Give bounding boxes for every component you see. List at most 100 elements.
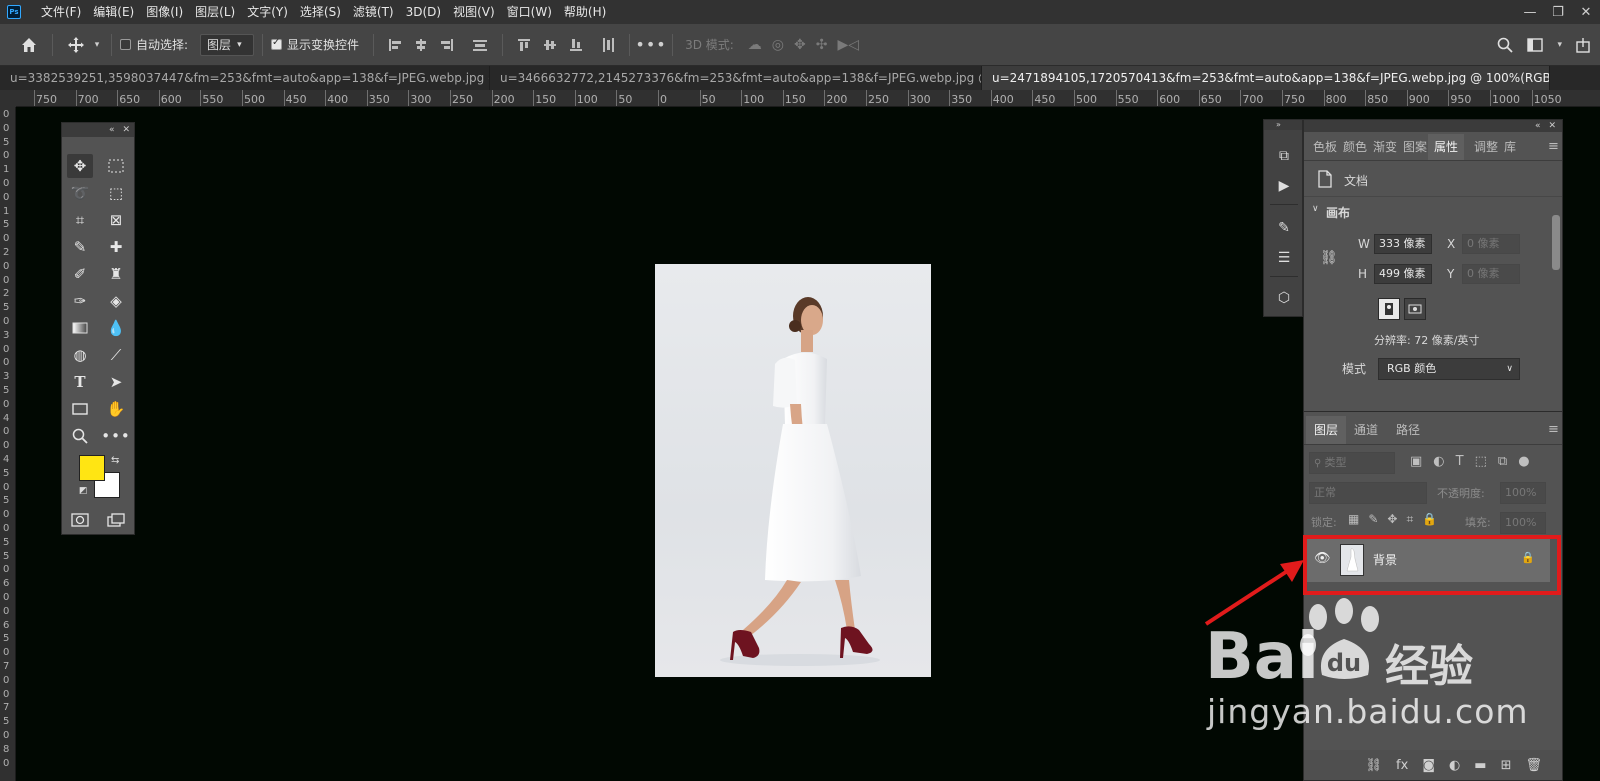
chevron-down-icon[interactable]: ▾ <box>1557 40 1562 50</box>
tab-pattern[interactable]: 图案 <box>1403 134 1427 160</box>
clone-stamp-tool-icon[interactable]: ♜ <box>103 262 129 286</box>
opacity-field[interactable]: 100% <box>1500 482 1546 504</box>
distribute-icon[interactable] <box>472 38 488 52</box>
object-select-tool-icon[interactable]: ⬚ <box>103 181 129 205</box>
menu-3d[interactable]: 3D(D) <box>400 0 447 24</box>
layer-style-icon[interactable]: fx <box>1396 758 1408 773</box>
show-transform-checkbox[interactable] <box>271 37 283 50</box>
delete-layer-icon[interactable]: 🗑 <box>1525 758 1542 773</box>
chevron-down-icon[interactable]: ▾ <box>91 40 103 50</box>
lock-all-icon[interactable]: 🔒 <box>1422 512 1437 527</box>
lock-position-icon[interactable]: ✥ <box>1387 512 1397 527</box>
x-field[interactable]: 0 像素 <box>1462 234 1520 254</box>
3d-scale-icon[interactable]: ▶◁ <box>837 37 859 53</box>
menu-select[interactable]: 选择(S) <box>294 0 347 24</box>
menu-edit[interactable]: 编辑(E) <box>87 0 140 24</box>
default-colors-icon[interactable]: ◩ <box>79 486 88 496</box>
eraser-tool-icon[interactable]: ◈ <box>103 289 129 313</box>
move-tool-icon[interactable]: ✥ <box>67 154 93 178</box>
collapse-icon[interactable]: « <box>1535 121 1541 131</box>
menu-view[interactable]: 视图(V) <box>447 0 501 24</box>
screen-mode-icon[interactable] <box>103 508 129 532</box>
new-group-icon[interactable]: ▬ <box>1474 758 1486 773</box>
filter-toggle-icon[interactable]: ● <box>1518 454 1529 469</box>
collapse-icon[interactable]: « <box>109 125 115 135</box>
distribute-vertical-icon[interactable] <box>601 37 615 53</box>
workspace-icon[interactable] <box>1527 38 1544 52</box>
lock-artboard-icon[interactable]: ⌗ <box>1406 512 1413 527</box>
vertical-ruler[interactable]: 0 0 5 0 1 0 0 1 5 0 2 0 0 2 5 0 3 0 0 3 5 0 4 0 0 4 5 0 5 0 0 5 5 0 6 0 0 6 5 0… <box>0 107 16 781</box>
document-tab-3-active[interactable]: u=2471894105,1720570413&fm=253&fmt=auto&… <box>982 66 1550 90</box>
swap-colors-icon[interactable]: ⇆ <box>111 455 119 466</box>
layer-filter-dropdown[interactable]: ⚲ 类型 <box>1309 452 1395 474</box>
panel-menu-icon[interactable]: ≡ <box>1548 416 1559 444</box>
close-window-icon[interactable]: ✕ <box>1572 0 1600 24</box>
dodge-tool-icon[interactable]: ◍ <box>67 343 93 367</box>
home-icon[interactable] <box>14 37 44 53</box>
y-field[interactable]: 0 像素 <box>1462 264 1520 284</box>
link-dimensions-icon[interactable]: ⛓ <box>1320 250 1338 266</box>
align-bottom-icon[interactable] <box>569 37 583 53</box>
3d-orbit-icon[interactable]: ☁ <box>748 37 762 53</box>
brush-settings-icon[interactable]: ✎ <box>1272 216 1296 240</box>
search-icon[interactable] <box>1497 37 1514 53</box>
blend-mode-dropdown[interactable]: 正常 <box>1309 482 1427 504</box>
filter-adjustment-icon[interactable]: ◐ <box>1433 454 1444 469</box>
menu-layer[interactable]: 图层(L) <box>189 0 241 24</box>
share-icon[interactable] <box>1576 37 1590 53</box>
tab-properties[interactable]: 属性 <box>1428 134 1465 160</box>
gradient-tool-icon[interactable] <box>67 316 93 340</box>
document-tab-2[interactable]: u=3466632772,2145273376&fm=253&fmt=auto&… <box>490 66 982 90</box>
menu-type[interactable]: 文字(Y) <box>241 0 294 24</box>
document-tab-1[interactable]: u=3382539251,3598037447&fm=253&fmt=auto&… <box>0 66 490 90</box>
panel-menu-icon[interactable]: ≡ <box>1548 134 1559 160</box>
hand-tool-icon[interactable]: ✋ <box>103 397 129 421</box>
tab-color[interactable]: 颜色 <box>1343 134 1367 160</box>
tab-gradient[interactable]: 渐变 <box>1373 134 1397 160</box>
filter-shape-icon[interactable]: ⬚ <box>1475 454 1487 469</box>
path-select-tool-icon[interactable]: ➤ <box>103 370 129 394</box>
canvas-document-image[interactable] <box>655 264 931 677</box>
tab-swatches[interactable]: 色板 <box>1313 134 1337 160</box>
auto-select-target-dropdown[interactable]: 图层 ▾ <box>200 33 255 56</box>
tab-channels[interactable]: 通道 <box>1354 416 1378 444</box>
align-hcenter-icon[interactable] <box>414 38 428 52</box>
chevron-down-icon[interactable]: ∨ <box>1312 204 1319 214</box>
healing-brush-tool-icon[interactable]: ✚ <box>103 235 129 259</box>
width-field[interactable]: 333 像素 <box>1374 234 1432 254</box>
add-mask-icon[interactable]: ◙ <box>1422 758 1435 773</box>
menu-file[interactable]: 文件(F) <box>35 0 87 24</box>
history-panel-icon[interactable]: ⧉ <box>1272 144 1296 168</box>
filter-pixel-icon[interactable]: ▣ <box>1410 454 1422 469</box>
blur-tool-icon[interactable]: 💧 <box>103 316 129 340</box>
minimize-icon[interactable]: — <box>1516 0 1544 24</box>
align-left-icon[interactable] <box>388 38 402 52</box>
panel-header[interactable]: « ✕ <box>1304 120 1562 132</box>
height-field[interactable]: 499 像素 <box>1374 264 1432 284</box>
frame-tool-icon[interactable]: ⊠ <box>103 208 129 232</box>
lasso-tool-icon[interactable]: ➰ <box>67 181 93 205</box>
link-layers-icon[interactable]: ⛓ <box>1366 758 1383 773</box>
more-tools-icon[interactable]: ••• <box>101 424 130 448</box>
portrait-orientation-button[interactable] <box>1378 298 1400 320</box>
fill-field[interactable]: 100% <box>1500 512 1546 534</box>
landscape-orientation-button[interactable] <box>1404 298 1426 320</box>
marquee-tool-icon[interactable] <box>103 154 129 178</box>
menu-window[interactable]: 窗口(W) <box>501 0 558 24</box>
crop-tool-icon[interactable]: ⌗ <box>67 208 93 232</box>
3d-cube-icon[interactable]: ⬡ <box>1272 286 1296 310</box>
horizontal-ruler[interactable]: 750 700 650 600 550 500 450 400 350 300 250 200 150 1… <box>16 90 1600 107</box>
pen-tool-icon[interactable]: ⟋ <box>103 343 129 367</box>
menu-help[interactable]: 帮助(H) <box>558 0 612 24</box>
eyedropper-tool-icon[interactable]: ✎ <box>67 235 93 259</box>
brush-tool-icon[interactable]: ✐ <box>67 262 93 286</box>
tab-paths[interactable]: 路径 <box>1396 416 1420 444</box>
scrollbar-thumb[interactable] <box>1552 215 1560 270</box>
align-right-icon[interactable] <box>440 38 454 52</box>
filter-type-icon[interactable]: T <box>1456 454 1464 469</box>
3d-roll-icon[interactable]: ◎ <box>772 37 784 53</box>
more-options-icon[interactable]: ••• <box>635 35 665 54</box>
zoom-tool-icon[interactable] <box>67 424 93 448</box>
3d-pan-icon[interactable]: ✥ <box>794 37 806 53</box>
actions-panel-icon[interactable]: ▶ <box>1272 174 1296 198</box>
